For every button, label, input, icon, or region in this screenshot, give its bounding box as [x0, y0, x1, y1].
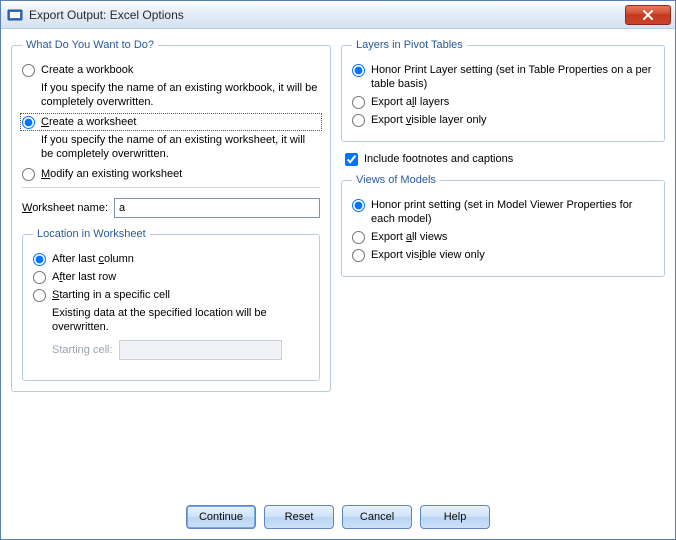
- radio-label[interactable]: Export visible view only: [371, 248, 485, 262]
- group-views: Views of Models Honor print setting (set…: [341, 174, 665, 277]
- radio-input[interactable]: [352, 114, 365, 127]
- radio-label[interactable]: After last column: [52, 252, 134, 266]
- radio-after-last-row[interactable]: After last row: [33, 270, 309, 284]
- help-button[interactable]: Help: [420, 505, 490, 529]
- divider: [22, 187, 320, 188]
- starting-cell-field: Starting cell:: [52, 340, 282, 360]
- radio-views-honor[interactable]: Honor print setting (set in Model Viewer…: [352, 198, 654, 226]
- radio-label[interactable]: Create a worksheet: [41, 115, 136, 129]
- right-column: Layers in Pivot Tables Honor Print Layer…: [341, 39, 665, 493]
- radio-create-workbook[interactable]: Create a workbook: [22, 63, 320, 77]
- worksheet-name-field: Worksheet name:: [22, 198, 320, 218]
- radio-create-worksheet[interactable]: Create a worksheet: [22, 115, 320, 129]
- continue-button[interactable]: Continue: [186, 505, 256, 529]
- radio-views-visible[interactable]: Export visible view only: [352, 248, 654, 262]
- dialog-window: Export Output: Excel Options What Do You…: [0, 0, 676, 540]
- worksheet-name-label: Worksheet name:: [22, 202, 108, 214]
- group-legend: Location in Worksheet: [33, 228, 150, 240]
- radio-starting-cell[interactable]: Starting in a specific cell: [33, 288, 309, 302]
- radio-input[interactable]: [22, 116, 35, 129]
- radio-input[interactable]: [352, 199, 365, 212]
- checkbox-footnotes[interactable]: Include footnotes and captions: [345, 152, 665, 166]
- radio-label[interactable]: Export all views: [371, 230, 447, 244]
- radio-input[interactable]: [22, 168, 35, 181]
- radio-input[interactable]: [352, 231, 365, 244]
- radio-input[interactable]: [33, 253, 46, 266]
- group-location: Location in Worksheet After last column …: [22, 228, 320, 381]
- group-legend: What Do You Want to Do?: [22, 39, 158, 51]
- button-bar: Continue Reset Cancel Help: [1, 499, 675, 539]
- radio-label[interactable]: Honor print setting (set in Model Viewer…: [371, 198, 654, 226]
- radio-input[interactable]: [33, 271, 46, 284]
- left-column: What Do You Want to Do? Create a workboo…: [11, 39, 331, 493]
- radio-input[interactable]: [22, 64, 35, 77]
- app-icon: [7, 7, 23, 23]
- radio-label[interactable]: Export visible layer only: [371, 113, 487, 127]
- group-what-do-you-want: What Do You Want to Do? Create a workboo…: [11, 39, 331, 392]
- dialog-content: What Do You Want to Do? Create a workboo…: [1, 29, 675, 499]
- close-button[interactable]: [625, 5, 671, 25]
- radio-label[interactable]: Honor Print Layer setting (set in Table …: [371, 63, 654, 91]
- radio-label[interactable]: Export all layers: [371, 95, 449, 109]
- radio-layers-visible[interactable]: Export visible layer only: [352, 113, 654, 127]
- radio-layers-all[interactable]: Export all layers: [352, 95, 654, 109]
- radio-input[interactable]: [352, 96, 365, 109]
- starting-cell-input: [119, 340, 282, 360]
- group-legend: Layers in Pivot Tables: [352, 39, 467, 51]
- reset-button[interactable]: Reset: [264, 505, 334, 529]
- radio-label[interactable]: Starting in a specific cell: [52, 288, 170, 302]
- group-layers: Layers in Pivot Tables Honor Print Layer…: [341, 39, 665, 142]
- radio-layers-honor[interactable]: Honor Print Layer setting (set in Table …: [352, 63, 654, 91]
- radio-label[interactable]: Modify an existing worksheet: [41, 167, 182, 181]
- desc-starting-cell: Existing data at the specified location …: [52, 306, 309, 334]
- radio-input[interactable]: [352, 249, 365, 262]
- checkbox-label[interactable]: Include footnotes and captions: [364, 152, 513, 166]
- radio-modify-worksheet[interactable]: Modify an existing worksheet: [22, 167, 320, 181]
- group-legend: Views of Models: [352, 174, 440, 186]
- desc-create-workbook: If you specify the name of an existing w…: [41, 81, 320, 109]
- close-icon: [642, 10, 654, 20]
- starting-cell-label: Starting cell:: [52, 344, 113, 356]
- window-title: Export Output: Excel Options: [29, 8, 625, 22]
- radio-after-last-column[interactable]: After last column: [33, 252, 309, 266]
- radio-input[interactable]: [33, 289, 46, 302]
- cancel-button[interactable]: Cancel: [342, 505, 412, 529]
- checkbox-input[interactable]: [345, 153, 358, 166]
- radio-label[interactable]: After last row: [52, 270, 116, 284]
- desc-create-worksheet: If you specify the name of an existing w…: [41, 133, 320, 161]
- radio-input[interactable]: [352, 64, 365, 77]
- radio-label[interactable]: Create a workbook: [41, 63, 133, 77]
- titlebar: Export Output: Excel Options: [1, 1, 675, 29]
- worksheet-name-input[interactable]: [114, 198, 320, 218]
- radio-views-all[interactable]: Export all views: [352, 230, 654, 244]
